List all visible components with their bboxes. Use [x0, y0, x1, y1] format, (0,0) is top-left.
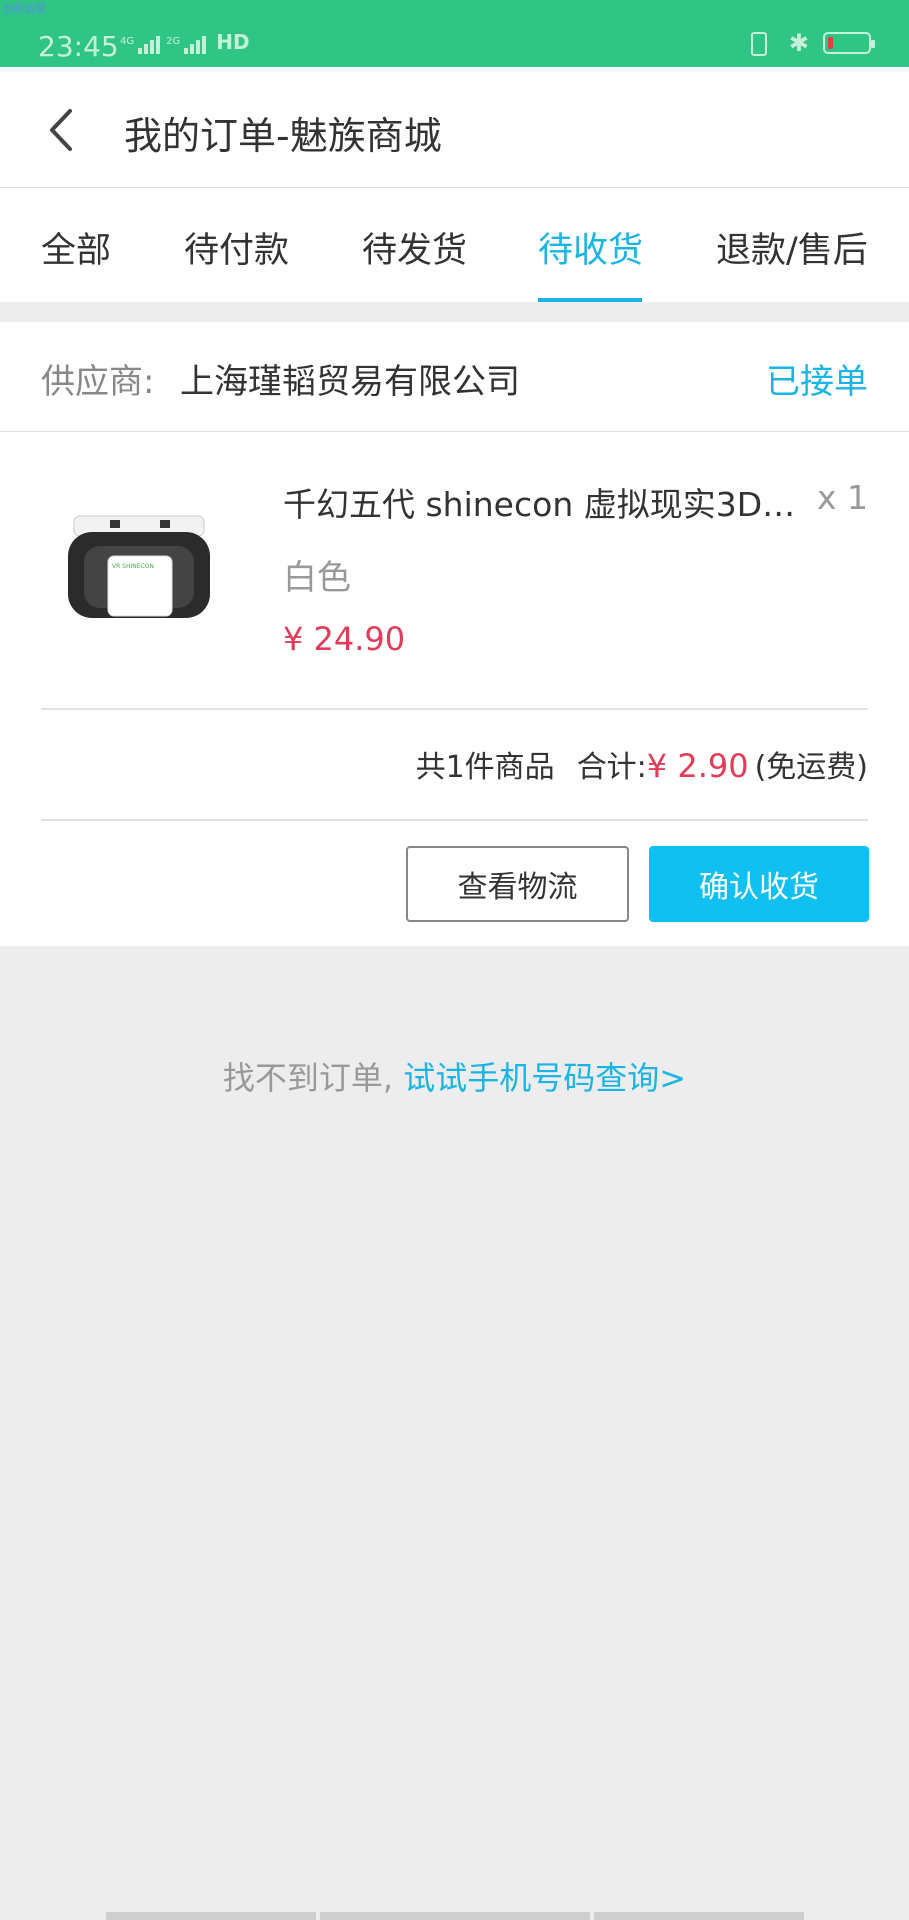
- product-name[interactable]: 千幻五代 shinecon 虚拟现实3D…: [283, 478, 803, 526]
- order-not-found-hint: 找不到订单, 试试手机号码查询>: [0, 1053, 909, 1099]
- hint-text: 找不到订单,: [222, 1059, 394, 1097]
- nav-gesture-bar[interactable]: [106, 1912, 316, 1920]
- signal-4g-icon: 4G: [120, 36, 161, 54]
- product-image[interactable]: VR SHINECON: [60, 510, 218, 630]
- supplier-name: 上海瑾韬贸易有限公司: [180, 362, 520, 402]
- view-logistics-button[interactable]: 查看物流: [406, 846, 629, 922]
- product-spec: 白色: [283, 558, 351, 598]
- status-time: 23:45: [38, 30, 119, 63]
- total-label: 合计:: [576, 750, 647, 785]
- divider: [41, 819, 868, 821]
- product-price: ¥ 24.90: [283, 620, 406, 658]
- phone-query-link[interactable]: 试试手机号码查询>: [403, 1059, 686, 1097]
- order-summary: 共1件商品 合计: ¥ 2.90 (免运费): [416, 742, 868, 786]
- status-right-icons: ✱: [741, 29, 875, 57]
- vibrate-icon: [741, 30, 775, 56]
- tab-pending-payment[interactable]: 待付款: [184, 222, 289, 273]
- tab-refund-aftersale[interactable]: 退款/售后: [716, 222, 868, 273]
- supplier-row: 供应商: 上海瑾韬贸易有限公司 已接单: [0, 322, 909, 432]
- order-tabs: 全部 待付款 待发货 待收货 退款/售后: [0, 188, 909, 302]
- active-tab-indicator: [538, 298, 642, 302]
- bluetooth-icon: ✱: [788, 29, 809, 57]
- product-quantity: x 1: [816, 478, 868, 517]
- network-indicators: 4G 2G HD: [120, 30, 250, 54]
- back-arrow-icon[interactable]: [42, 107, 82, 153]
- tab-pending-receipt[interactable]: 待收货: [538, 222, 643, 273]
- nav-gesture-bar[interactable]: [320, 1912, 590, 1920]
- status-bar: 当前运营 23:45 4G 2G HD ✱: [0, 0, 909, 67]
- tab-all[interactable]: 全部: [41, 222, 111, 273]
- signal-2g-icon: 2G: [166, 36, 207, 54]
- page-title: 我的订单-魅族商城: [124, 114, 442, 158]
- item-count: 共1件商品: [415, 750, 555, 785]
- hd-voice-icon: HD: [216, 30, 250, 54]
- shipping-note: (免运费): [754, 750, 868, 785]
- battery-icon: [823, 32, 875, 54]
- total-value: ¥ 2.90: [646, 747, 749, 785]
- carrier-label: 当前运营: [2, 2, 46, 15]
- order-status-badge: 已接单: [766, 362, 868, 402]
- confirm-receipt-button[interactable]: 确认收货: [649, 846, 869, 922]
- order-card: 供应商: 上海瑾韬贸易有限公司 已接单 VR SHINECON 千幻五代 shi…: [0, 322, 909, 946]
- tab-pending-shipment[interactable]: 待发货: [362, 222, 467, 273]
- product-image-brand: VR SHINECON: [112, 563, 154, 570]
- divider: [41, 708, 868, 710]
- app-header: 我的订单-魅族商城: [0, 67, 909, 188]
- supplier-label: 供应商:: [41, 362, 155, 402]
- nav-gesture-bar[interactable]: [594, 1912, 804, 1920]
